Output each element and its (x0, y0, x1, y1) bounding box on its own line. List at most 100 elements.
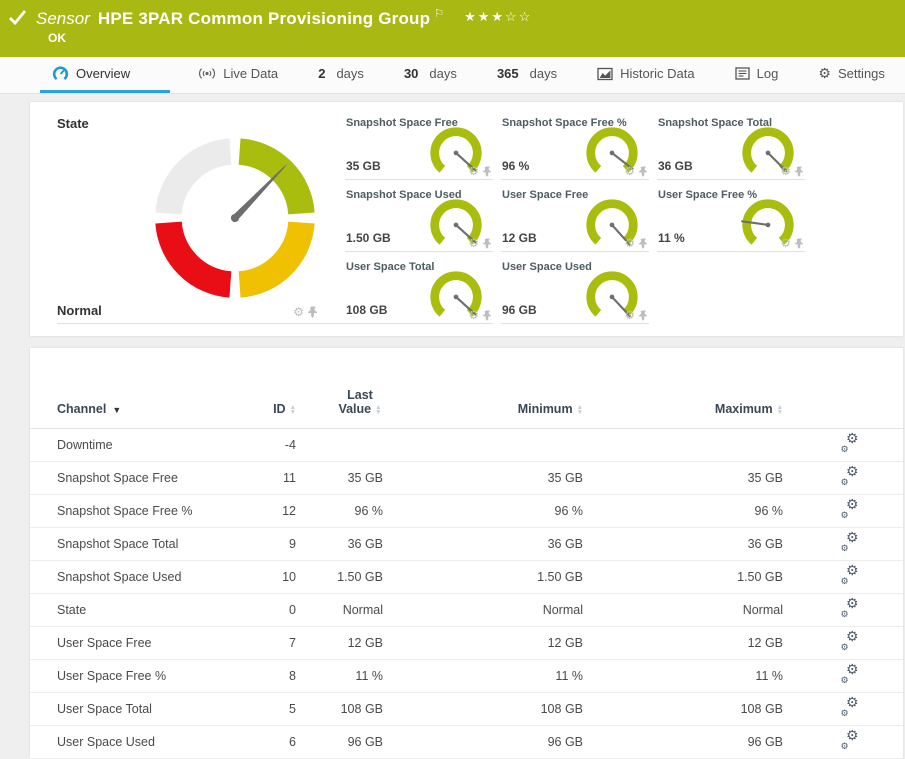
cell-channel[interactable]: User Space Free % (30, 659, 242, 693)
channel-settings-gears-icon[interactable]: ⚙ ⚙ (841, 497, 859, 520)
cell-channel[interactable]: User Space Free (30, 626, 242, 660)
state-gauge-panel[interactable]: State Normal ⚙ (57, 114, 345, 324)
gear-icon: ⚙ (818, 65, 831, 81)
gear-icon[interactable]: ⚙ (624, 165, 635, 177)
sensor-title: HPE 3PAR Common Provisioning Group (97, 9, 431, 28)
cell-channel[interactable]: Snapshot Space Free (30, 461, 242, 495)
tab-live-data[interactable]: Live Data (186, 57, 290, 93)
tab-365-days[interactable]: 365 days (485, 57, 569, 93)
channel-settings-gears-icon[interactable]: ⚙ ⚙ (841, 629, 859, 652)
pin-icon[interactable] (638, 310, 647, 321)
tab-log[interactable]: Log (723, 57, 791, 93)
cell-channel[interactable]: Downtime (30, 428, 242, 462)
gear-icon[interactable]: ⚙ (293, 306, 304, 318)
cell-minimum (397, 428, 597, 462)
channel-settings-gears-icon[interactable]: ⚙ ⚙ (841, 596, 859, 619)
table-row[interactable]: User Space Used 6 96 GB 96 GB 96 GB ⚙ ⚙ (30, 725, 903, 759)
table-row[interactable]: Snapshot Space Used 10 1.50 GB 1.50 GB 1… (30, 560, 903, 594)
table-row[interactable]: User Space Total 5 108 GB 108 GB 108 GB … (30, 692, 903, 726)
channel-gauge-tile[interactable]: Snapshot Space Used 1.50 GB ⚙ (345, 186, 493, 252)
cell-last-value: Normal (302, 593, 397, 627)
tab-2-days[interactable]: 2 days (306, 57, 376, 93)
table-row[interactable]: Snapshot Space Free % 12 96 % 96 % 96 % … (30, 494, 903, 528)
cell-minimum: Normal (397, 593, 597, 627)
gear-icon[interactable]: ⚙ (468, 237, 479, 249)
cell-id: 9 (242, 527, 302, 561)
pin-icon[interactable] (482, 166, 491, 177)
cell-channel[interactable]: User Space Used (30, 725, 242, 759)
tab-bar: Overview Live Data 2 days 30 days 365 days … (0, 57, 905, 94)
cell-channel[interactable]: Snapshot Space Used (30, 560, 242, 594)
channels-table-body: Downtime -4 ⚙ ⚙ Snapshot Space Free 11 35… (30, 428, 903, 759)
tab-historic-data[interactable]: Historic Data (585, 57, 706, 93)
channel-settings-gears-icon[interactable]: ⚙ ⚙ (841, 563, 859, 586)
column-header-last-value[interactable]: Last Value ▲ ▼ (302, 362, 397, 429)
channel-gauge-tile[interactable]: Snapshot Space Total 36 GB ⚙ (657, 114, 805, 180)
gear-icon[interactable]: ⚙ (780, 165, 791, 177)
cell-maximum: 108 GB (597, 692, 797, 726)
pin-icon[interactable] (794, 238, 803, 249)
cell-id: -4 (242, 428, 302, 462)
cell-maximum: 1.50 GB (597, 560, 797, 594)
channel-settings-gears-icon[interactable]: ⚙ ⚙ (841, 464, 859, 487)
cell-maximum (597, 428, 797, 462)
table-row[interactable]: Snapshot Space Free 11 35 GB 35 GB 35 GB… (30, 461, 903, 495)
channel-gauge-tile[interactable]: User Space Free % 11 % ⚙ (657, 186, 805, 252)
priority-stars[interactable]: ★★★☆☆ (464, 9, 532, 25)
column-header-actions (797, 362, 903, 429)
cell-maximum: 96 % (597, 494, 797, 528)
gear-icon[interactable]: ⚙ (468, 165, 479, 177)
gauge-title: User Space Total (346, 261, 435, 273)
channel-gauge-tile[interactable]: User Space Total 108 GB ⚙ (345, 258, 493, 324)
pin-icon[interactable] (482, 310, 491, 321)
channel-gauge-tile[interactable]: Snapshot Space Free % 96 % ⚙ (501, 114, 649, 180)
table-row[interactable]: State 0 Normal Normal Normal ⚙ ⚙ (30, 593, 903, 627)
channels-table: Channel ▼ ID ▲ ▼ Last Value ▲ ▼ Minimum ▲ ▼ Max… (30, 362, 903, 759)
channel-settings-gears-icon[interactable]: ⚙ ⚙ (841, 431, 859, 454)
cell-channel[interactable]: Snapshot Space Free % (30, 494, 242, 528)
column-header-minimum[interactable]: Minimum ▲ ▼ (397, 362, 597, 429)
tab-30-days[interactable]: 30 days (392, 57, 469, 93)
column-header-maximum[interactable]: Maximum ▲ ▼ (597, 362, 797, 429)
cell-id: 7 (242, 626, 302, 660)
channel-settings-gears-icon[interactable]: ⚙ ⚙ (841, 662, 859, 685)
column-header-channel[interactable]: Channel ▼ (30, 362, 242, 429)
log-icon (734, 67, 750, 80)
tab-settings[interactable]: ⚙ Settings (806, 57, 897, 93)
cell-id: 6 (242, 725, 302, 759)
channel-settings-gears-icon[interactable]: ⚙ ⚙ (841, 695, 859, 718)
table-row[interactable]: Snapshot Space Total 9 36 GB 36 GB 36 GB… (30, 527, 903, 561)
gauge-value: 96 GB (502, 303, 537, 317)
state-gauge (155, 138, 315, 298)
channel-gauge-tile[interactable]: User Space Used 96 GB ⚙ (501, 258, 649, 324)
sensor-status-text: OK (48, 31, 66, 45)
gear-icon[interactable]: ⚙ (624, 237, 635, 249)
column-header-id[interactable]: ID ▲ ▼ (242, 362, 302, 429)
pin-icon[interactable] (638, 238, 647, 249)
cell-minimum: 108 GB (397, 692, 597, 726)
cell-channel[interactable]: User Space Total (30, 692, 242, 726)
table-row[interactable]: User Space Free % 8 11 % 11 % 11 % ⚙ ⚙ (30, 659, 903, 693)
channel-gauge-tile[interactable]: User Space Free 12 GB ⚙ (501, 186, 649, 252)
table-row[interactable]: Downtime -4 ⚙ ⚙ (30, 428, 903, 462)
sort-caret-icon: ▼ (112, 404, 122, 415)
sort-arrows-icon: ▲ ▼ (576, 403, 583, 416)
gear-icon[interactable]: ⚙ (624, 309, 635, 321)
gear-icon[interactable]: ⚙ (468, 309, 479, 321)
flag-icon[interactable]: ⚐ (434, 7, 444, 20)
gear-icon[interactable]: ⚙ (780, 237, 791, 249)
table-row[interactable]: User Space Free 7 12 GB 12 GB 12 GB ⚙ ⚙ (30, 626, 903, 660)
cell-channel[interactable]: State (30, 593, 242, 627)
pin-icon[interactable] (794, 166, 803, 177)
state-gauge-value: Normal (57, 303, 102, 318)
pin-icon[interactable] (638, 166, 647, 177)
gauges-panel: State Normal ⚙ Snapshot Space Free 35 GB… (30, 102, 903, 336)
cell-maximum: 96 GB (597, 725, 797, 759)
pin-icon[interactable] (307, 306, 317, 318)
channel-settings-gears-icon[interactable]: ⚙ ⚙ (841, 728, 859, 751)
pin-icon[interactable] (482, 238, 491, 249)
cell-channel[interactable]: Snapshot Space Total (30, 527, 242, 561)
tab-overview[interactable]: Overview (40, 57, 171, 93)
channel-gauge-tile[interactable]: Snapshot Space Free 35 GB ⚙ (345, 114, 493, 180)
channel-settings-gears-icon[interactable]: ⚙ ⚙ (841, 530, 859, 553)
